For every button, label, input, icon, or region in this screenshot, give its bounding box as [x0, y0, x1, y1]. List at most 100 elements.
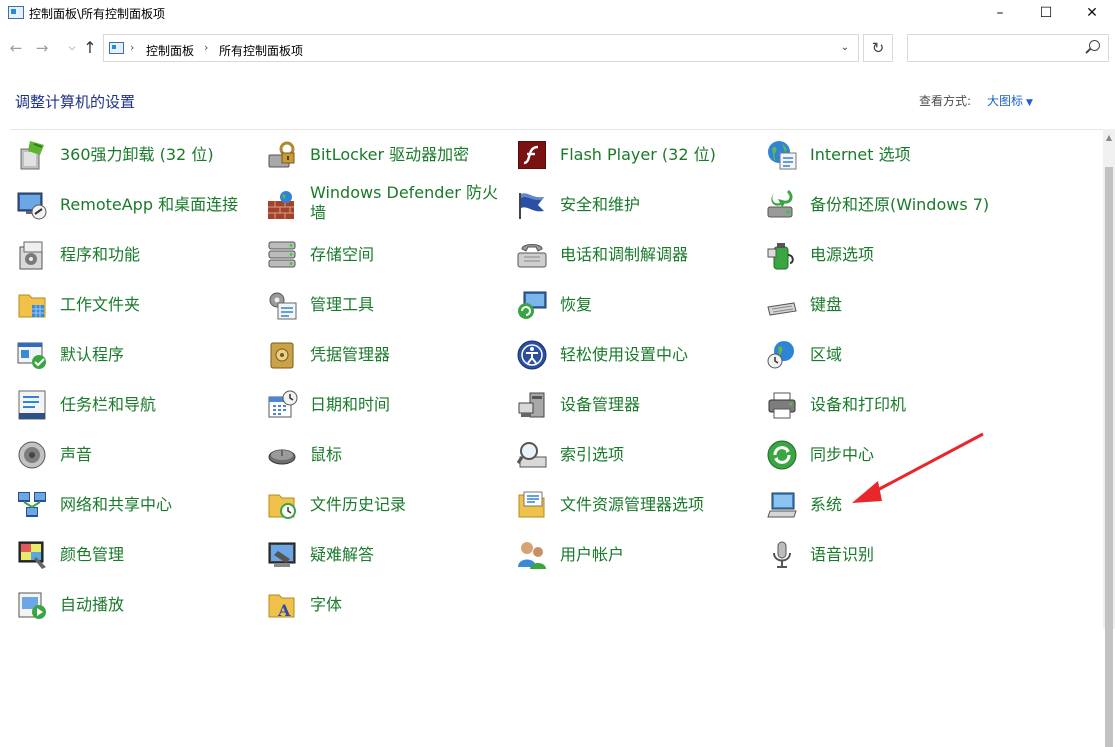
item-label: Flash Player (32 位) [560, 145, 716, 164]
chevron-down-icon: ⌵ [68, 43, 76, 53]
item-credential-manager[interactable]: 凭据管理器 [266, 330, 511, 380]
item-label: 任务栏和导航 [60, 395, 157, 414]
item-label: 键盘 [810, 295, 843, 314]
item-sound[interactable]: 声音 [16, 430, 261, 480]
item-label: 区域 [810, 345, 843, 364]
item-label: RemoteApp 和桌面连接 [60, 195, 239, 214]
maximize-button[interactable]: ☐ [1023, 0, 1069, 28]
item-device-manager[interactable]: 设备管理器 [516, 380, 761, 430]
item-label: 工作文件夹 [60, 295, 141, 314]
item-windows-firewall[interactable]: Windows Defender 防火墙 [266, 180, 511, 230]
arrow-up-icon: ↑ [83, 38, 97, 57]
arrow-left-icon: ← [9, 39, 23, 57]
breadcrumb-all-items[interactable]: 所有控制面板项 [219, 42, 303, 59]
breadcrumb-control-panel[interactable]: 控制面板 [146, 42, 194, 59]
view-by-value[interactable]: 大图标 [987, 94, 1023, 108]
item-devices-printers[interactable]: 设备和打印机 [766, 380, 1011, 430]
mouse-icon [266, 439, 298, 471]
address-bar[interactable]: › 控制面板 › 所有控制面板项 ⌄ [103, 34, 859, 62]
admin-tools-icon [266, 289, 298, 321]
close-button[interactable]: ✕ [1069, 0, 1115, 28]
view-by-dropdown[interactable]: 大图标 ▼ [987, 92, 1033, 109]
internet-options-icon [766, 139, 798, 171]
speech-recognition-icon [766, 539, 798, 571]
flash-player-icon [516, 139, 548, 171]
forward-button[interactable]: → [32, 38, 52, 58]
item-sync-center[interactable]: 同步中心 [766, 430, 1011, 480]
item-network-sharing[interactable]: 网络和共享中心 [16, 480, 261, 530]
printer-icon [766, 389, 798, 421]
item-taskbar-navigation[interactable]: 任务栏和导航 [16, 380, 261, 430]
scrollbar-thumb[interactable] [1105, 167, 1113, 747]
item-explorer-options[interactable]: 文件资源管理器选项 [516, 480, 761, 530]
item-security-maintenance[interactable]: 安全和维护 [516, 180, 761, 230]
control-panel-icon [8, 6, 24, 19]
vertical-scrollbar[interactable]: ▲ [1103, 129, 1115, 747]
item-phone-modem[interactable]: 电话和调制解调器 [516, 230, 761, 280]
svg-text:A: A [277, 601, 291, 620]
item-default-programs[interactable]: 默认程序 [16, 330, 261, 380]
item-keyboard[interactable]: 键盘 [766, 280, 1011, 330]
item-label: 轻松使用设置中心 [560, 345, 689, 364]
item-remoteapp[interactable]: RemoteApp 和桌面连接 [16, 180, 261, 230]
breadcrumb-separator-icon[interactable]: › [130, 41, 134, 54]
item-recovery[interactable]: 恢复 [516, 280, 761, 330]
item-label: 颜色管理 [60, 545, 125, 564]
item-storage-spaces[interactable]: 存储空间 [266, 230, 511, 280]
autoplay-icon [16, 589, 48, 621]
item-programs-features[interactable]: 程序和功能 [16, 230, 261, 280]
item-backup-restore[interactable]: 备份和还原(Windows 7) [766, 180, 1011, 230]
item-label: 备份和还原(Windows 7) [810, 195, 990, 214]
item-system[interactable]: 系统 [766, 480, 1011, 530]
item-360-uninstaller[interactable]: 360强力卸载 (32 位) [16, 130, 261, 180]
page-title: 调整计算机的设置 [15, 93, 136, 111]
item-speech-recognition[interactable]: 语音识别 [766, 530, 1011, 580]
item-user-accounts[interactable]: 用户帐户 [516, 530, 761, 580]
item-work-folders[interactable]: 工作文件夹 [16, 280, 261, 330]
backup-icon [766, 189, 798, 221]
item-autoplay[interactable]: 自动播放 [16, 580, 261, 630]
item-indexing-options[interactable]: 索引选项 [516, 430, 761, 480]
item-admin-tools[interactable]: 管理工具 [266, 280, 511, 330]
item-power-options[interactable]: 电源选项 [766, 230, 1011, 280]
item-region[interactable]: 区域 [766, 330, 1011, 380]
item-label: 电话和调制解调器 [560, 245, 689, 264]
item-ease-of-access[interactable]: 轻松使用设置中心 [516, 330, 761, 380]
item-flash-player[interactable]: Flash Player (32 位) [516, 130, 761, 180]
item-label: 管理工具 [310, 295, 375, 314]
control-panel-items: 360强力卸载 (32 位) BitLocker 驱动器加密 Flash Pla… [0, 130, 1100, 629]
scroll-up-icon[interactable]: ▲ [1103, 133, 1115, 142]
minimize-button[interactable]: – [977, 0, 1023, 28]
region-icon [766, 339, 798, 371]
item-label: 文件资源管理器选项 [560, 495, 705, 514]
power-icon [766, 239, 798, 271]
item-label: 存储空间 [310, 245, 375, 264]
indexing-icon [516, 439, 548, 471]
address-dropdown-button[interactable]: ⌄ [831, 35, 858, 61]
network-icon [16, 489, 48, 521]
up-button[interactable]: ↑ [80, 38, 100, 58]
item-fonts[interactable]: A 字体 [266, 580, 511, 630]
item-label: 同步中心 [810, 445, 875, 464]
minimize-icon: – [996, 5, 1004, 21]
programs-icon [16, 239, 48, 271]
refresh-button[interactable]: ↻ [863, 34, 893, 62]
item-internet-options[interactable]: Internet 选项 [766, 130, 1011, 180]
item-date-time[interactable]: 日期和时间 [266, 380, 511, 430]
item-mouse[interactable]: 鼠标 [266, 430, 511, 480]
item-color-management[interactable]: 颜色管理 [16, 530, 261, 580]
system-icon [766, 489, 798, 521]
item-label: 声音 [60, 445, 93, 464]
breadcrumb-separator-icon[interactable]: › [204, 41, 208, 54]
search-box[interactable] [907, 34, 1109, 62]
item-file-history[interactable]: 文件历史记录 [266, 480, 511, 530]
maximize-icon: ☐ [1039, 5, 1053, 21]
item-bitlocker[interactable]: BitLocker 驱动器加密 [266, 130, 511, 180]
item-label: 凭据管理器 [310, 345, 391, 364]
window-title: 控制面板\所有控制面板项 [29, 7, 166, 21]
search-icon[interactable] [1089, 40, 1100, 51]
item-troubleshooting[interactable]: 疑难解答 [266, 530, 511, 580]
recovery-icon [516, 289, 548, 321]
back-button[interactable]: ← [6, 38, 26, 58]
recent-locations-button[interactable]: ⌵ [62, 38, 82, 58]
